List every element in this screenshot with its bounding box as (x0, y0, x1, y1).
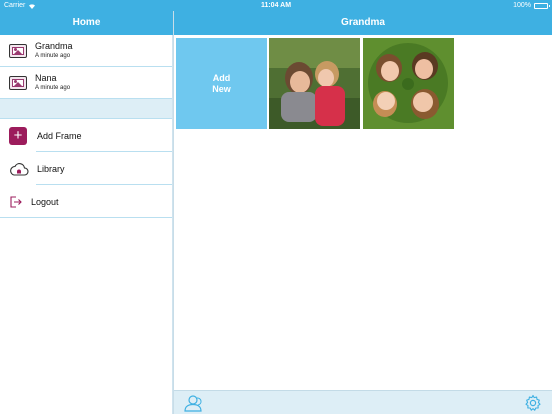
bottom-toolbar (174, 390, 552, 414)
photo-thumbnail[interactable] (269, 38, 360, 129)
menu-label: Logout (31, 196, 59, 207)
cloud-icon (10, 162, 29, 176)
library-button[interactable]: Library (0, 152, 172, 185)
section-spacer (0, 99, 172, 119)
photo-thumbnail[interactable] (363, 38, 454, 129)
menu-label: Library (37, 163, 65, 174)
frame-name: Nana (35, 73, 57, 83)
add-new-photo-button[interactable]: Add New (176, 38, 267, 129)
frame-timestamp: A minute ago (35, 85, 71, 91)
sidebar-title: Home (0, 11, 173, 35)
page-title: Grandma (174, 11, 552, 35)
status-bar: Carrier 11:04 AM 100% (0, 0, 552, 11)
add-frame-button[interactable]: + Add Frame (0, 119, 172, 152)
sidebar-item-nana[interactable]: Nana A minute ago (0, 67, 172, 99)
frame-photo-grid: Add New (174, 35, 552, 390)
app-screen: Carrier 11:04 AM 100% Home Grandma Grand… (0, 0, 552, 414)
status-time: 11:04 AM (260, 2, 292, 9)
photo-icon (9, 43, 27, 58)
photo-image (363, 38, 454, 129)
user-icon[interactable] (183, 394, 203, 412)
frame-timestamp: A minute ago (35, 53, 71, 59)
logout-icon (10, 195, 22, 208)
sidebar: Grandma A minute ago Nana A minute ago +… (0, 35, 173, 414)
battery-percent: 100% (513, 2, 531, 9)
battery-icon (534, 2, 550, 9)
battery-indicator: 100% (513, 2, 550, 9)
menu-label: Add Frame (37, 130, 82, 141)
frame-name: Grandma (35, 41, 73, 51)
plus-icon: + (9, 126, 27, 145)
gear-icon[interactable] (524, 394, 542, 412)
photo-icon (9, 75, 27, 90)
logout-button[interactable]: Logout (0, 185, 172, 218)
sidebar-item-grandma[interactable]: Grandma A minute ago (0, 35, 172, 67)
photo-image (269, 38, 360, 129)
